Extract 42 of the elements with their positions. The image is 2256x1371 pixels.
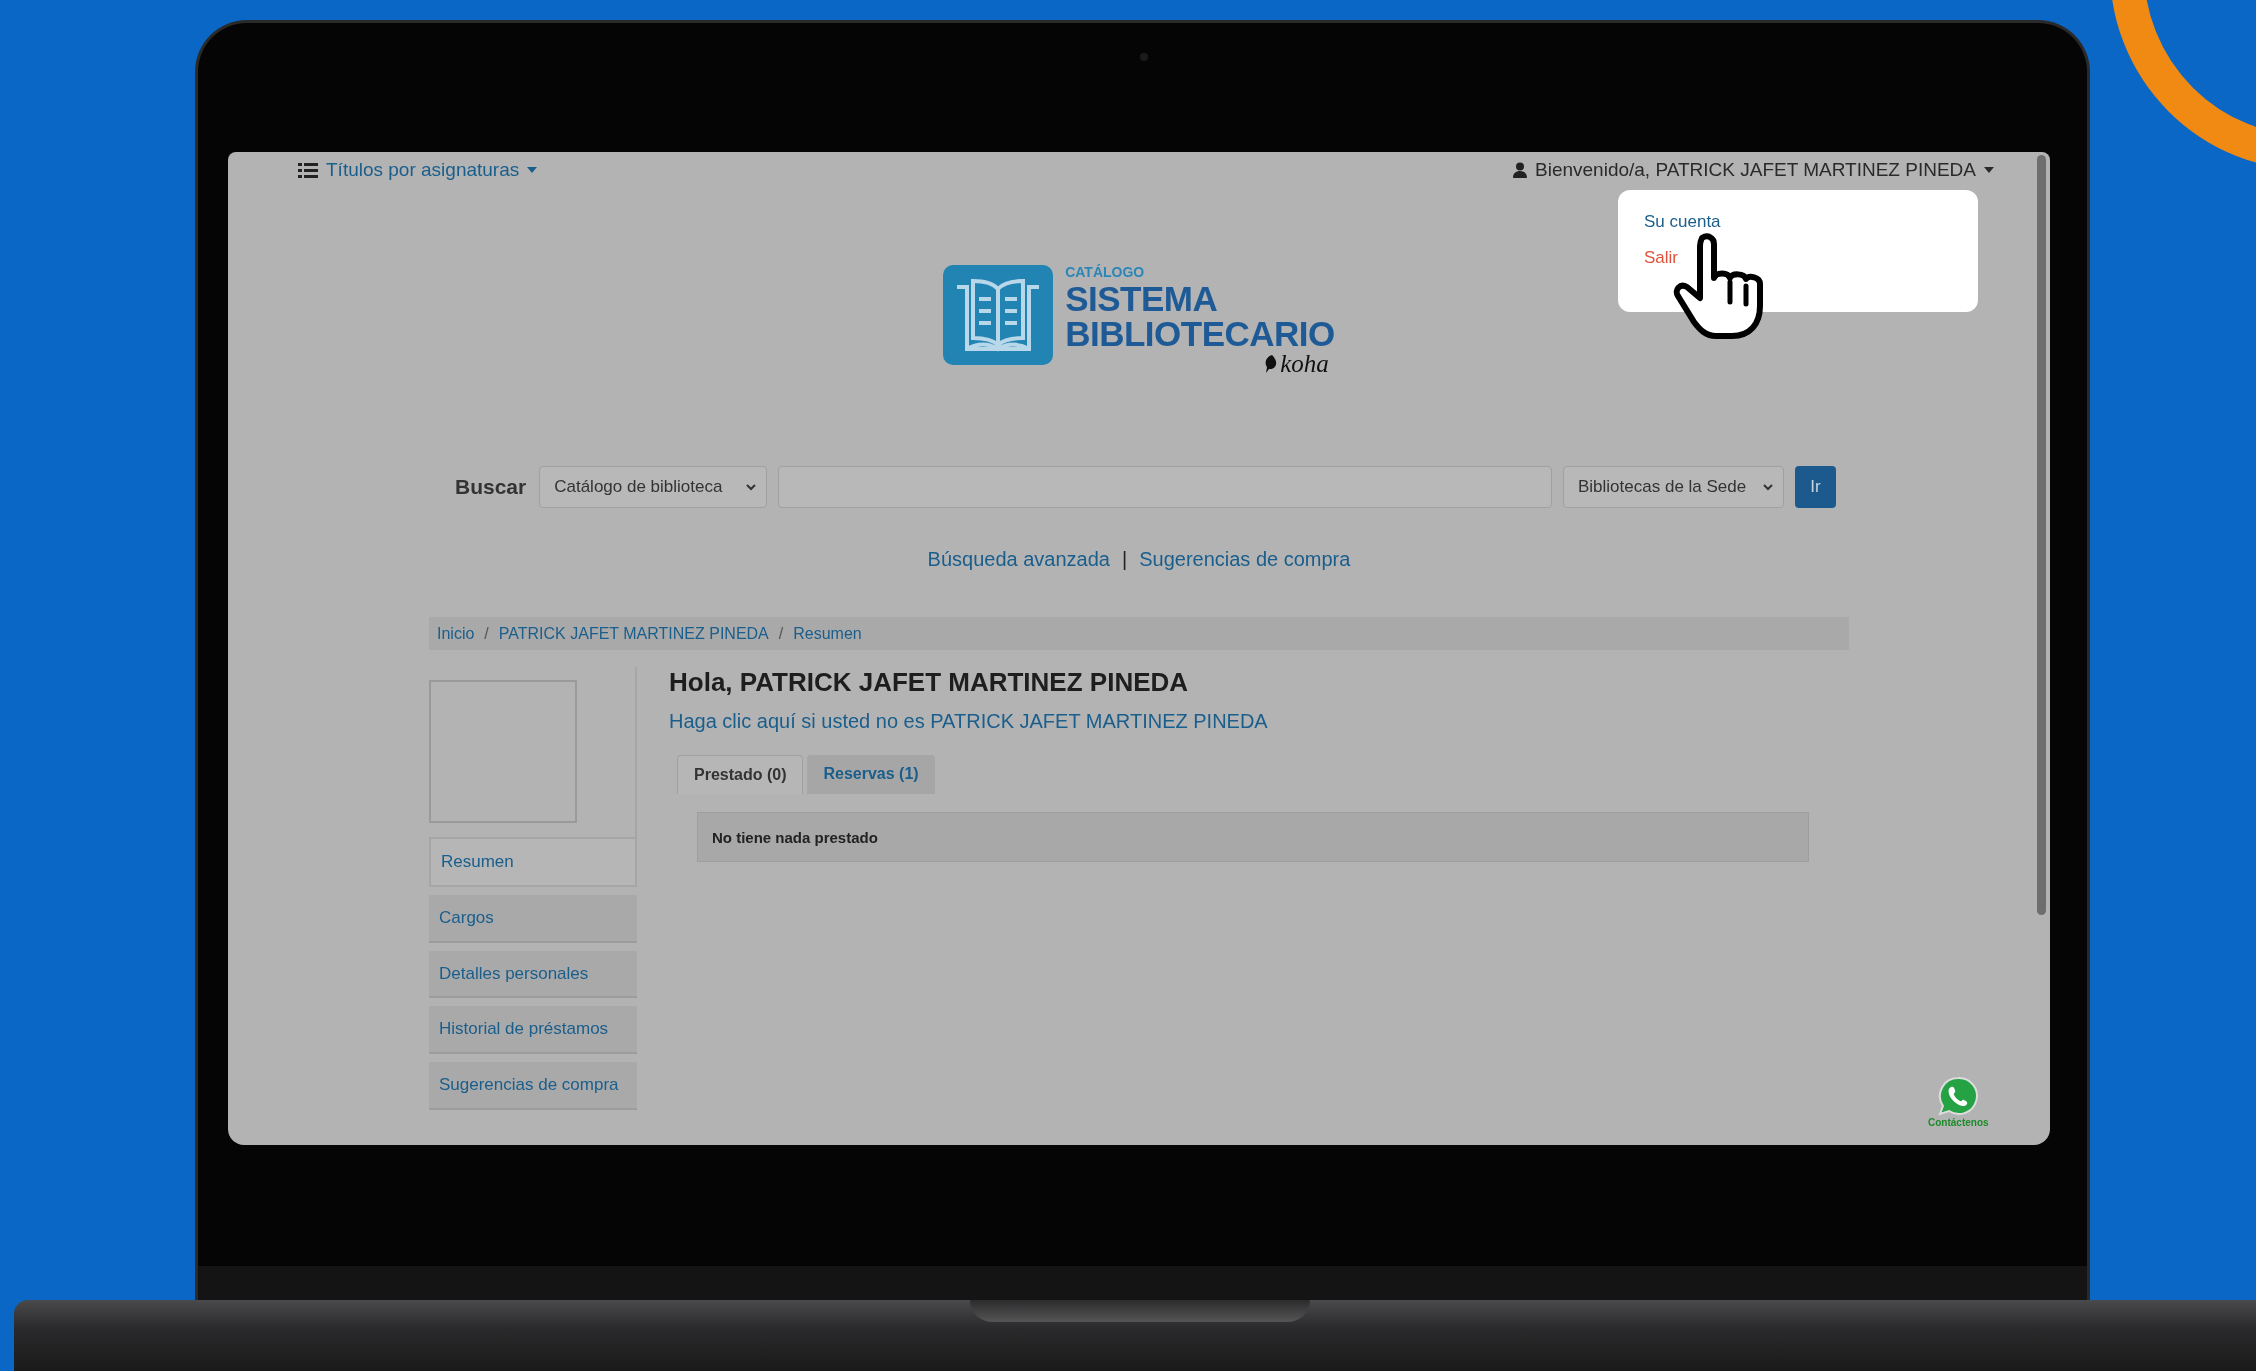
sidebar-item[interactable]: Sugerencias de compra bbox=[429, 1062, 637, 1110]
scrollbar[interactable] bbox=[2037, 155, 2046, 915]
breadcrumb-link[interactable]: PATRICK JAFET MARTINEZ PINEDA bbox=[498, 624, 769, 643]
empty-message: No tiene nada prestado bbox=[697, 812, 1809, 862]
link-separator: | bbox=[1121, 548, 1128, 571]
breadcrumb-link[interactable]: Inicio bbox=[437, 624, 475, 643]
search-link[interactable]: Sugerencias de compra bbox=[1139, 548, 1351, 571]
tab[interactable]: Prestado (0) bbox=[677, 755, 804, 794]
not-you-link[interactable]: Haga clic aquí si usted no es PATRICK JAFET MARTINEZ PINEDA bbox=[669, 710, 1849, 733]
user-menu[interactable]: Bienvenido/a, PATRICK JAFET MARTINEZ PINEDA bbox=[1513, 159, 1994, 181]
search-field[interactable] bbox=[778, 466, 1552, 508]
logo-title: BIBLIOTECARIO bbox=[1065, 316, 1335, 351]
menu-item[interactable]: Su cuenta bbox=[1644, 212, 1978, 232]
menu-item[interactable]: Salir bbox=[1644, 248, 1978, 268]
breadcrumb-link[interactable]: Resumen bbox=[793, 624, 862, 643]
open-book-icon bbox=[943, 265, 1054, 365]
page-heading: Hola, PATRICK JAFET MARTINEZ PINEDA bbox=[669, 667, 1190, 698]
tab[interactable]: Reservas (1) bbox=[807, 755, 935, 794]
koha-wordmark: koha bbox=[1280, 351, 1329, 376]
sidebar-item[interactable]: Cargos bbox=[429, 894, 637, 943]
sidebar-item[interactable]: Resumen bbox=[429, 837, 637, 887]
caret-icon bbox=[1984, 167, 1994, 173]
logo-title: SISTEMA bbox=[1065, 281, 1219, 316]
search-label: Buscar bbox=[455, 475, 527, 499]
chevron-icon bbox=[746, 483, 757, 491]
chevron-icon bbox=[1763, 483, 1773, 491]
leaf-icon bbox=[1264, 354, 1279, 373]
search-button[interactable]: Ir bbox=[1795, 466, 1836, 508]
sidebar-item[interactable]: Detalles personales bbox=[429, 950, 637, 999]
user-icon bbox=[1513, 162, 1527, 178]
library-select[interactable]: Bibliotecas de la Sede bbox=[1563, 466, 1784, 508]
sidebar-item[interactable]: Historial de préstamos bbox=[429, 1006, 637, 1055]
search-scope-select[interactable]: Catálogo de biblioteca bbox=[539, 466, 768, 508]
logo-overline: CATÁLOGO bbox=[1065, 265, 1146, 279]
search-link[interactable]: Búsqueda avanzada bbox=[927, 548, 1110, 571]
subjects-menu[interactable]: Títulos por asignaturas bbox=[298, 159, 538, 181]
list-icon bbox=[298, 162, 318, 178]
caret-icon bbox=[527, 167, 538, 173]
chat-label: Contáctenos bbox=[1928, 1117, 1989, 1128]
breadcrumb-separator: / bbox=[778, 624, 784, 643]
breadcrumb-separator: / bbox=[484, 624, 489, 643]
chat-bubble-icon[interactable] bbox=[1938, 1076, 1979, 1116]
